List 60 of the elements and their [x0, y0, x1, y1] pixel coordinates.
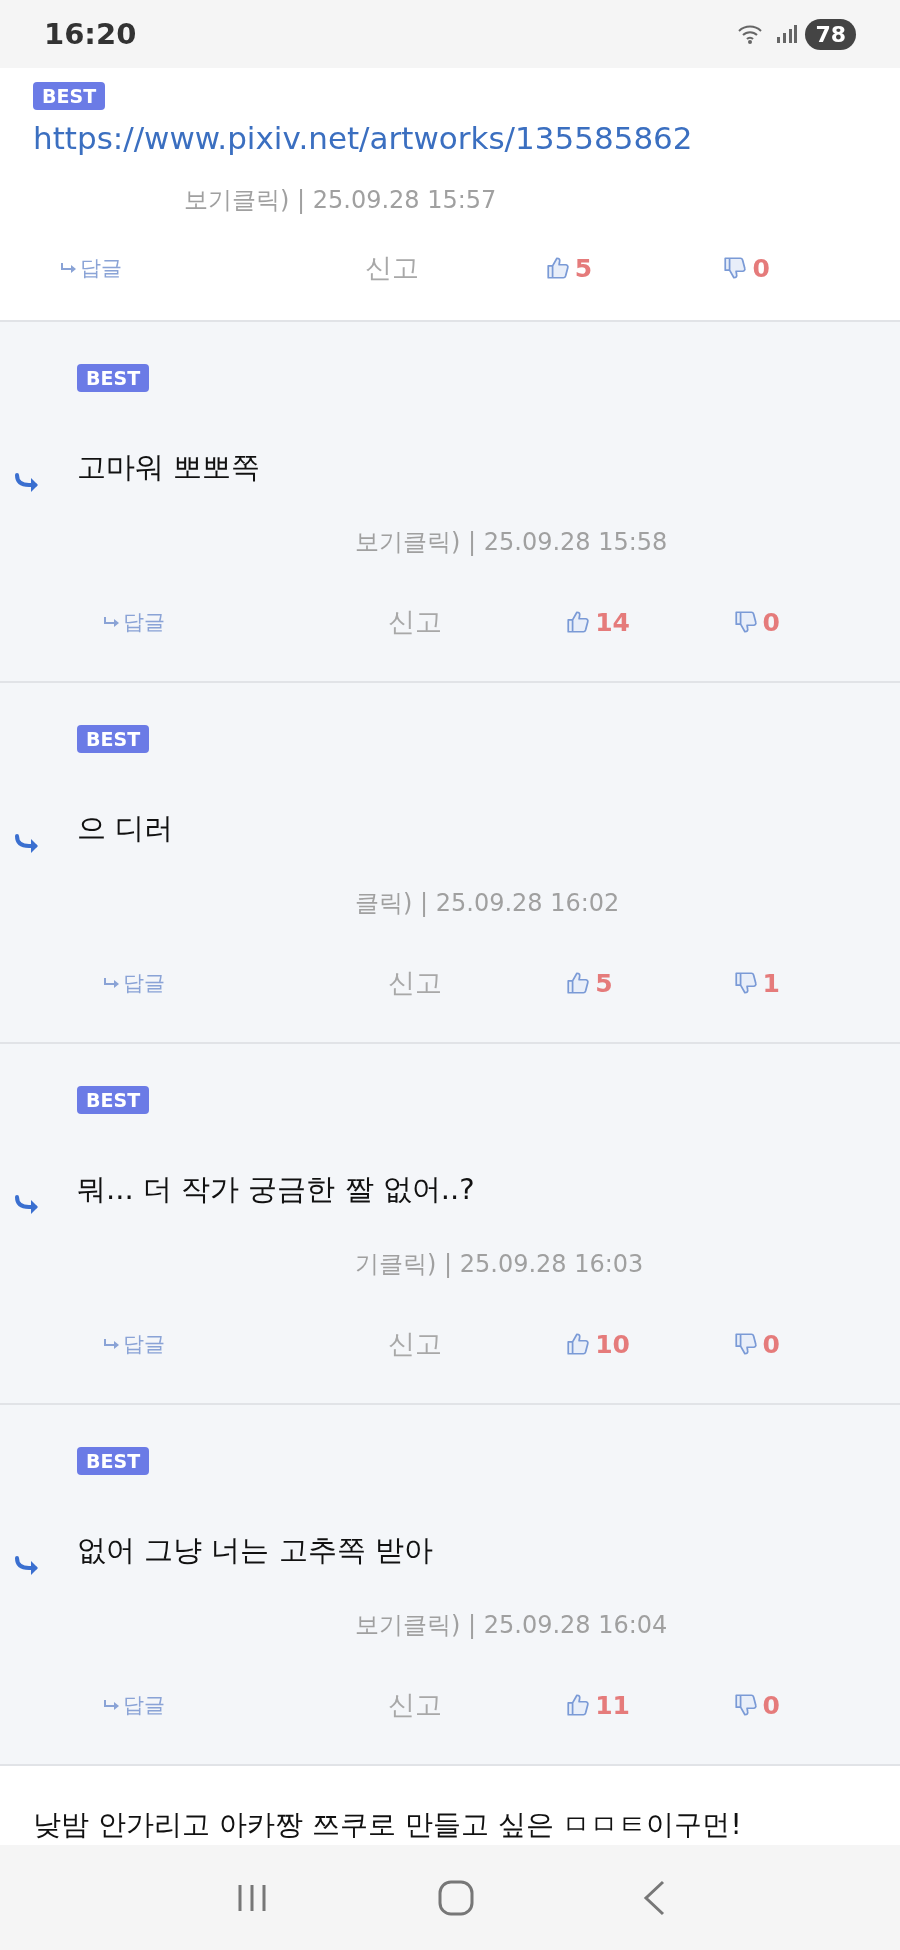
reply-arrow-icon: [103, 977, 121, 989]
best-badge: BEST: [33, 82, 106, 110]
thumbs-up-icon: [565, 970, 592, 996]
comment-link[interactable]: https://www.pixiv.net/artworks/135585862: [33, 120, 693, 156]
like-button[interactable]: 14: [565, 607, 733, 637]
comment-meta: 클릭) | 25.09.28 16:02: [355, 888, 620, 919]
comment-meta: 보기클릭) | 25.09.28 15:58: [355, 527, 668, 558]
reply-button[interactable]: 답글: [103, 1691, 389, 1719]
comment-meta: 보기클릭) | 25.09.28 16:04: [355, 1610, 668, 1641]
home-icon[interactable]: [437, 1878, 475, 1917]
like-button[interactable]: 11: [565, 1690, 733, 1720]
comment-text: 없어 그냥 너는 고추쪽 받아: [77, 1532, 433, 1569]
dislike-button[interactable]: 0: [732, 1690, 900, 1720]
report-button[interactable]: 신고: [388, 1326, 566, 1362]
dislike-button[interactable]: 0: [722, 253, 900, 283]
thumbs-up-icon: [565, 1692, 592, 1718]
report-button[interactable]: 신고: [365, 250, 545, 286]
reply-arrow-icon: [103, 1699, 121, 1711]
best-badge: BEST: [77, 1086, 150, 1114]
reply-button[interactable]: 답글: [103, 608, 389, 636]
thumbs-down-icon: [732, 1331, 759, 1357]
thumbs-down-icon: [732, 970, 759, 996]
comment-meta: 보기클릭) | 25.09.28 15:57: [184, 185, 497, 216]
like-button[interactable]: 10: [565, 1329, 733, 1359]
report-button[interactable]: 신고: [388, 965, 566, 1001]
thumbs-up-icon: [565, 609, 592, 635]
best-badge: BEST: [77, 364, 150, 392]
reply-button[interactable]: 답글: [60, 254, 366, 282]
clock: 16:20: [44, 17, 137, 51]
thumbs-down-icon: [722, 255, 749, 281]
reply-arrow-icon: [60, 262, 78, 274]
dislike-button[interactable]: 0: [732, 607, 900, 637]
reply-arrow-icon: [103, 616, 121, 628]
dislike-button[interactable]: 0: [732, 1329, 900, 1359]
reply-arrow-icon: [103, 1338, 121, 1350]
comment-text: 뭐... 더 작가 궁금한 짤 없어..?: [77, 1171, 475, 1208]
reply-arrow-icon: [14, 472, 40, 494]
report-button[interactable]: 신고: [388, 1687, 566, 1723]
reply-arrow-icon: [14, 1194, 40, 1216]
reply-button[interactable]: 답글: [103, 1330, 389, 1358]
signal-icon: [775, 23, 798, 45]
thumbs-up-icon: [565, 1331, 592, 1357]
like-button[interactable]: 5: [565, 968, 733, 998]
reply-arrow-icon: [14, 1555, 40, 1577]
comment-text: 고마워 뽀뽀쪽: [77, 449, 261, 486]
thumbs-up-icon: [544, 255, 571, 281]
reply-arrow-icon: [14, 833, 40, 855]
best-badge: BEST: [77, 1447, 150, 1475]
dislike-button[interactable]: 1: [732, 968, 900, 998]
comment-text: 낮밤 안가리고 아카짱 쯔쿠로 만들고 싶은 ㅁㅁㅌ이구먼!: [33, 1808, 742, 1841]
back-icon[interactable]: [642, 1878, 667, 1917]
like-button[interactable]: 5: [544, 253, 723, 283]
reply-button[interactable]: 답글: [103, 969, 389, 997]
thumbs-down-icon: [732, 1692, 759, 1718]
comment-text: 으 디러: [77, 810, 174, 847]
battery-level: 78: [805, 18, 856, 50]
thumbs-down-icon: [732, 609, 759, 635]
report-button[interactable]: 신고: [388, 604, 566, 640]
comment-meta: 기클릭) | 25.09.28 16:03: [355, 1249, 644, 1280]
best-badge: BEST: [77, 725, 150, 753]
